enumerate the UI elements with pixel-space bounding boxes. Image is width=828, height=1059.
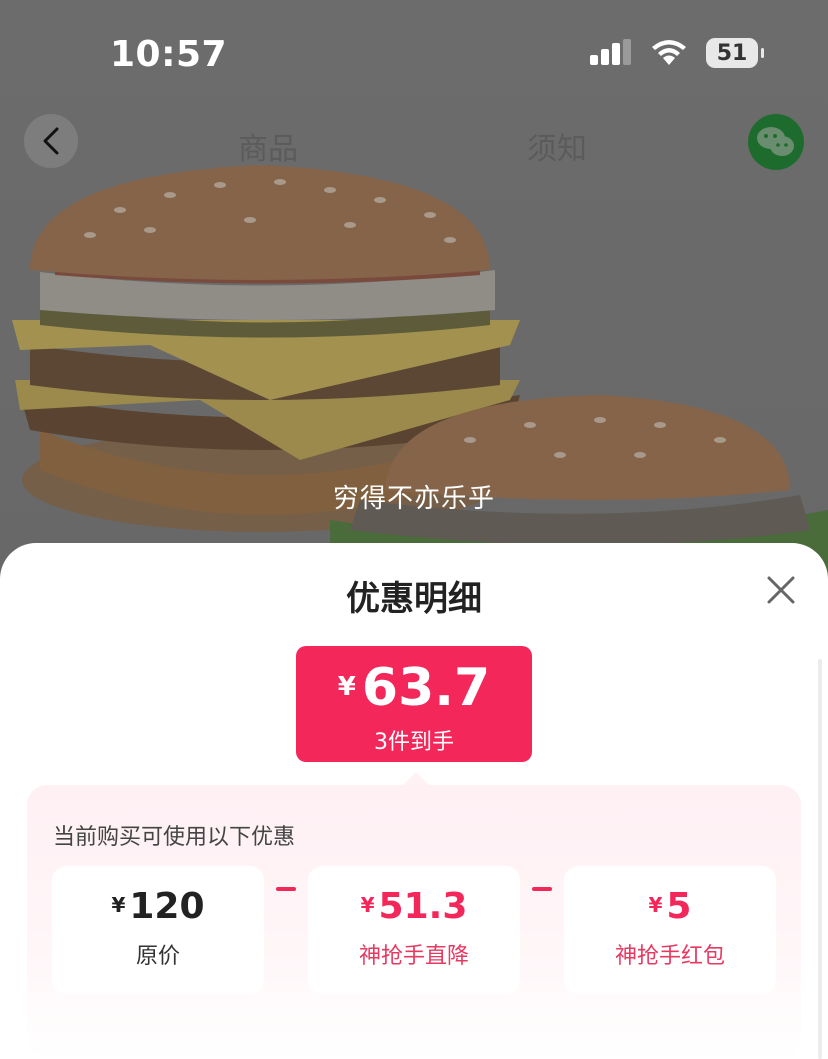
minus-sign <box>276 887 296 891</box>
final-price-amount: 63.7 <box>361 658 491 718</box>
battery-icon: 51 <box>706 38 764 68</box>
red-packet-label: 神抢手红包 <box>614 944 725 969</box>
tab-goods[interactable]: 商品 <box>238 124 298 168</box>
back-button[interactable] <box>24 114 78 168</box>
red-packet-card: ¥5 神抢手红包 <box>564 866 776 994</box>
hero-image: 10:57 51 商品 须知 穷得不亦乐乎 <box>0 0 828 600</box>
wifi-icon <box>652 40 686 65</box>
back-arrow-icon <box>43 127 59 155</box>
price-pointer <box>403 772 429 785</box>
hero-caption: 穷得不亦乐乎 <box>332 484 495 514</box>
tab-notice[interactable]: 须知 <box>527 124 587 168</box>
original-price-currency: ¥ <box>111 893 126 917</box>
red-packet-currency: ¥ <box>648 893 663 917</box>
status-icons: 51 <box>590 38 764 68</box>
final-price-box: ¥63.7 3件到手 <box>296 646 532 762</box>
final-price-currency: ¥ <box>337 672 356 702</box>
scrollbar[interactable] <box>818 659 822 1059</box>
minus-sign <box>532 887 552 891</box>
original-price-label: 原价 <box>135 944 180 969</box>
wechat-icon <box>757 127 794 156</box>
wechat-share-button[interactable] <box>748 114 804 170</box>
discount-header: 当前购买可使用以下优惠 <box>53 825 296 850</box>
final-price-subtitle: 3件到手 <box>374 730 454 755</box>
sheet-title: 优惠明细 <box>346 579 482 619</box>
direct-discount-currency: ¥ <box>360 893 375 917</box>
original-price-card: ¥120 原价 <box>52 866 264 994</box>
direct-discount-card: ¥51.3 神抢手直降 <box>308 866 520 994</box>
original-price-amount: 120 <box>129 886 205 927</box>
direct-discount-amount: 51.3 <box>378 886 468 927</box>
discount-detail-sheet: 优惠明细 ¥63.7 3件到手 当前购买可使用以下优惠 ¥120 原价 ¥51.… <box>0 543 828 1059</box>
signal-icon <box>590 39 631 65</box>
discount-panel: 当前购买可使用以下优惠 ¥120 原价 ¥51.3 神抢手直降 ¥5 神抢手红包 <box>27 785 801 1059</box>
close-icon[interactable] <box>766 575 796 605</box>
direct-discount-label: 神抢手直降 <box>358 944 469 969</box>
red-packet-amount: 5 <box>666 886 692 927</box>
status-time: 10:57 <box>110 34 228 75</box>
